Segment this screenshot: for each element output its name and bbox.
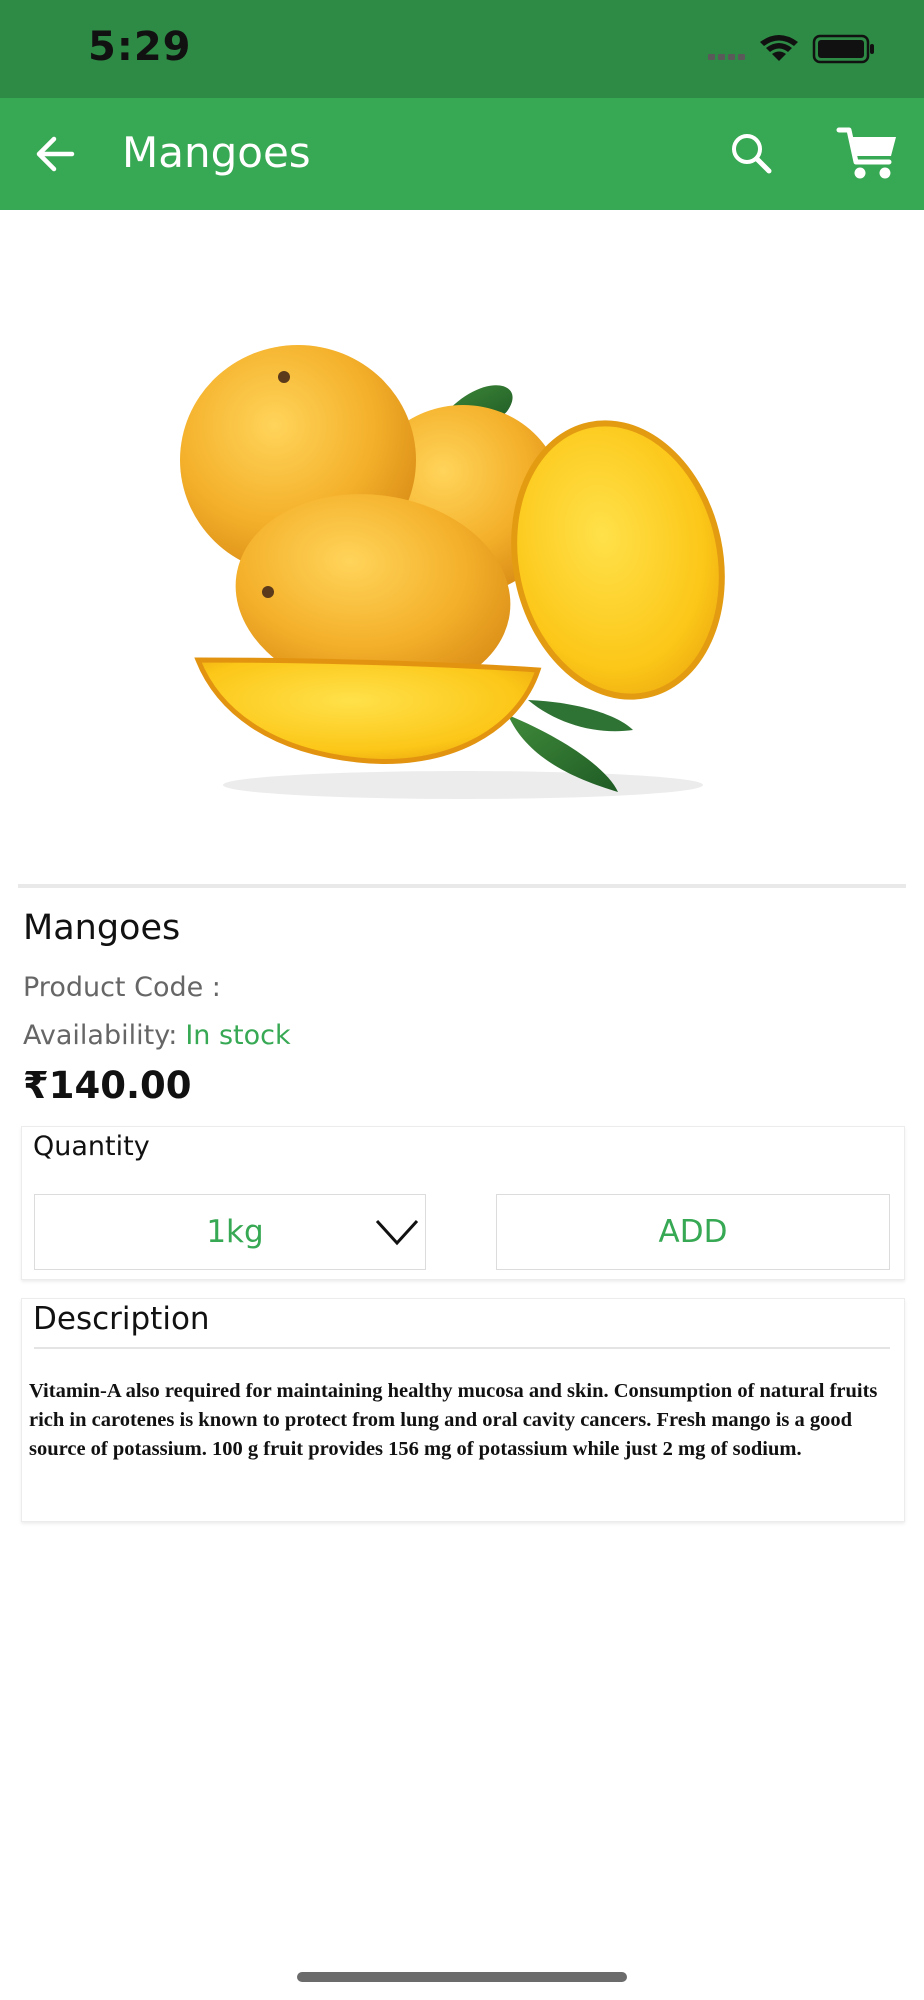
status-bar: 5:29 (0, 0, 924, 98)
mango-slice (194, 657, 542, 764)
back-arrow-icon[interactable] (28, 126, 84, 182)
product-image (180, 345, 725, 799)
product-price: ₹140.00 (23, 1064, 192, 1107)
quantity-card: Quantity 1kg ADD (21, 1126, 905, 1280)
chevron-down-icon (375, 1219, 419, 1246)
description-divider (34, 1347, 890, 1349)
cart-icon[interactable] (836, 122, 900, 186)
search-icon[interactable] (726, 128, 778, 180)
product-code-label: Product Code : (23, 972, 221, 1003)
product-name: Mangoes (23, 908, 181, 948)
availability: Availability: In stock (23, 1020, 291, 1051)
description-title: Description (33, 1301, 210, 1337)
add-button[interactable]: ADD (496, 1194, 890, 1270)
product-code: Product Code : (23, 972, 221, 1003)
status-time: 5:29 (88, 24, 192, 70)
home-indicator[interactable] (297, 1972, 627, 1982)
availability-value: In stock (185, 1020, 291, 1051)
status-icons (708, 34, 874, 64)
app-bar: Mangoes (0, 98, 924, 210)
description-card: Description Vitamin-A also required for … (21, 1298, 905, 1522)
availability-label: Availability: (23, 1020, 178, 1051)
battery-icon (812, 34, 874, 64)
quantity-label: Quantity (33, 1131, 150, 1162)
quantity-dropdown[interactable]: 1kg (34, 1194, 426, 1270)
description-text: Vitamin-A also required for maintaining … (29, 1380, 878, 1460)
cellular-signal-icon (708, 54, 745, 60)
page-title: Mangoes (122, 128, 311, 177)
wifi-icon (760, 35, 798, 61)
image-divider (18, 884, 906, 888)
